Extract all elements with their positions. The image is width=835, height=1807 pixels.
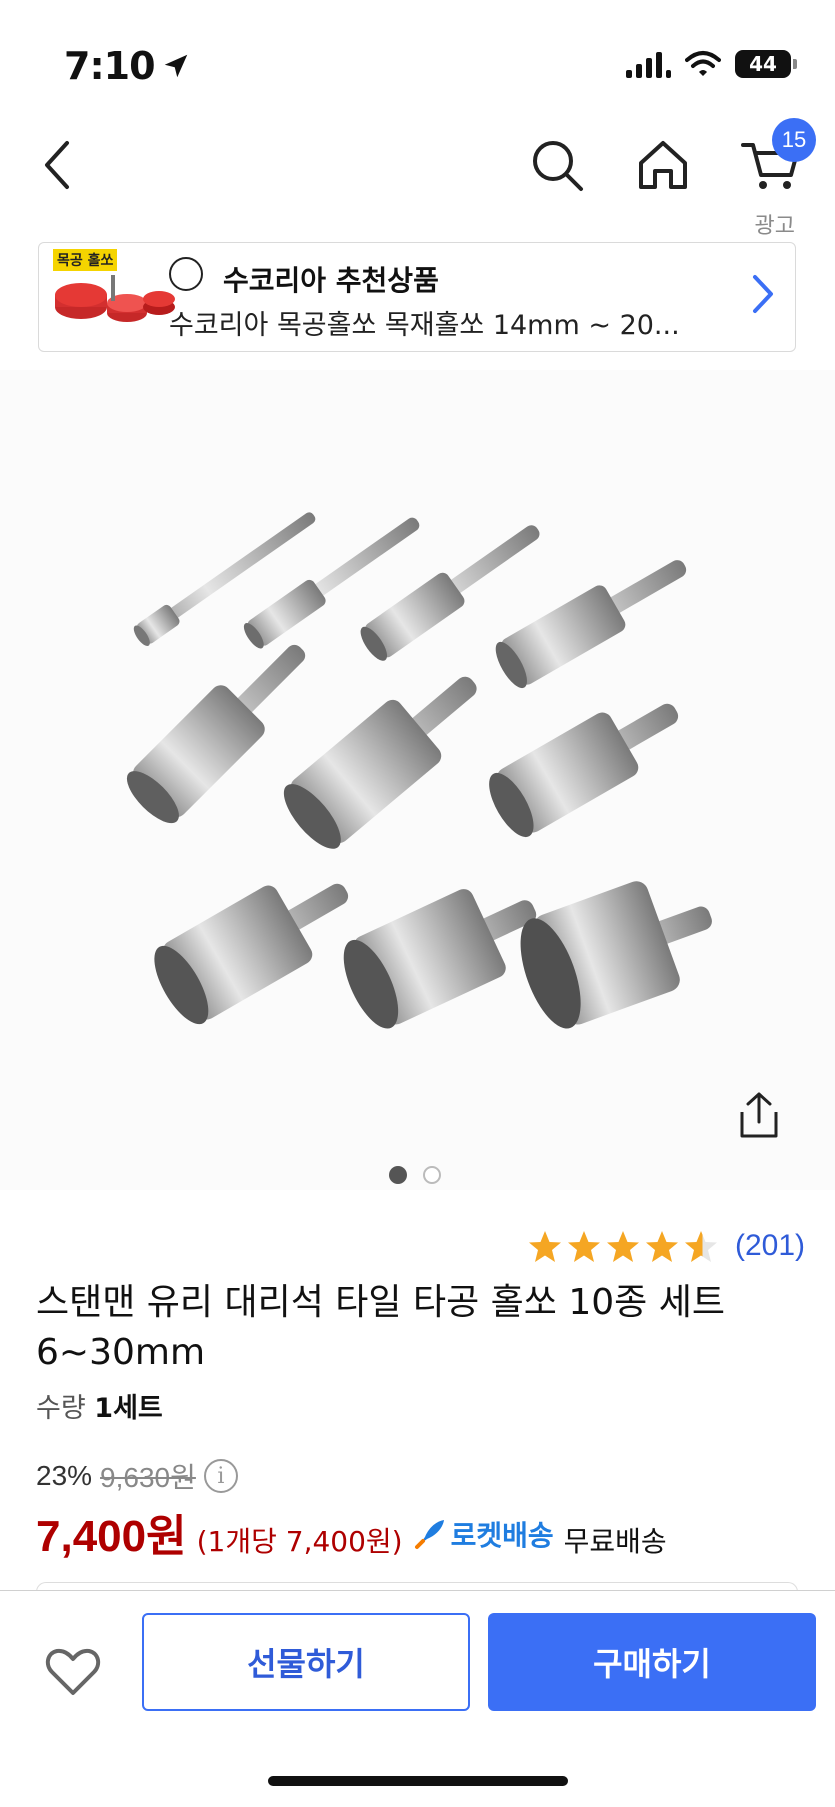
product-title-line1: 스탠맨 유리 대리석 타일 타공 홀쏘 10종 세트 — [36, 1282, 725, 1323]
cart-count-badge: 15 — [772, 118, 816, 162]
product-image[interactable] — [0, 370, 835, 1190]
ad-subtitle: 수코리아 목공홀쏘 목재홀쏘 14mm ~ 20... — [169, 310, 680, 341]
home-button[interactable] — [628, 130, 698, 200]
wishlist-button[interactable] — [38, 1637, 108, 1707]
quantity-label: 수량 — [36, 1393, 86, 1424]
rocket-icon — [414, 1520, 444, 1549]
chevron-right-icon — [751, 273, 775, 319]
battery-icon: 44 — [735, 50, 797, 78]
original-price: 9,630원 — [100, 1462, 196, 1493]
home-icon — [639, 141, 687, 189]
info-icon[interactable]: i — [203, 1459, 238, 1493]
rocket-delivery-label: 로켓배송 — [450, 1519, 554, 1552]
search-icon — [533, 141, 583, 191]
heart-icon — [45, 1648, 101, 1695]
ad-thumb-tag: 목공 홀쏘 — [53, 249, 118, 271]
back-button[interactable] — [22, 130, 92, 200]
gallery-pagination — [389, 1166, 441, 1184]
ad-thumbnail: 목공 홀쏘 — [51, 247, 181, 347]
page-dot[interactable] — [423, 1166, 441, 1184]
share-button[interactable] — [736, 1090, 782, 1144]
product-title-line2: 6~30mm — [36, 1332, 206, 1373]
location-arrow-icon — [164, 54, 187, 78]
signal-icon — [626, 50, 671, 78]
product-title: 스탠맨 유리 대리석 타일 타공 홀쏘 10종 세트 6~30mm — [36, 1278, 776, 1378]
top-nav: 15 — [0, 118, 835, 220]
bottom-action-bar: 선물하기 구매하기 — [0, 1590, 835, 1807]
sponsored-banner[interactable]: 목공 홀쏘 수코리아 추천상품 수코리아 목공홀쏘 목재홀쏘 14mm ~ 20… — [38, 242, 796, 352]
share-icon — [740, 1092, 778, 1138]
unit-price: (1개당 7,400원) — [196, 1525, 403, 1558]
review-count[interactable]: (201) — [735, 1229, 805, 1263]
ad-label: 광고 — [754, 214, 795, 239]
brand-logo-icon — [169, 257, 203, 291]
rating-summary[interactable]: (201) — [527, 1226, 805, 1266]
free-shipping: 무료배송 — [563, 1525, 667, 1558]
rocket-delivery-badge: 로켓배송 — [413, 1514, 554, 1554]
status-bar: 7:10 44 — [0, 0, 835, 120]
discount-line: 23% 9,630원 i — [36, 1456, 238, 1496]
sale-price: 7,400원 — [36, 1512, 187, 1561]
ad-brand-title: 수코리아 추천상품 — [223, 264, 439, 297]
page-dot-active[interactable] — [389, 1166, 407, 1184]
quantity-info: 수량 1세트 — [36, 1386, 163, 1425]
buy-button[interactable]: 구매하기 — [488, 1613, 816, 1711]
price-line: 7,400원 (1개당 7,400원) 로켓배송 무료배송 — [36, 1500, 667, 1564]
search-button[interactable] — [522, 130, 592, 200]
quantity-value: 1세트 — [94, 1393, 163, 1424]
status-indicators: 44 — [626, 50, 797, 78]
gift-button[interactable]: 선물하기 — [142, 1613, 470, 1711]
chevron-left-icon — [45, 141, 69, 189]
cart-button[interactable]: 15 — [736, 118, 816, 200]
status-time: 7:10 — [64, 44, 191, 88]
discount-rate: 23% — [36, 1460, 93, 1491]
home-indicator — [268, 1776, 568, 1786]
wifi-icon — [685, 51, 721, 76]
star-rating-icon — [528, 1231, 717, 1262]
